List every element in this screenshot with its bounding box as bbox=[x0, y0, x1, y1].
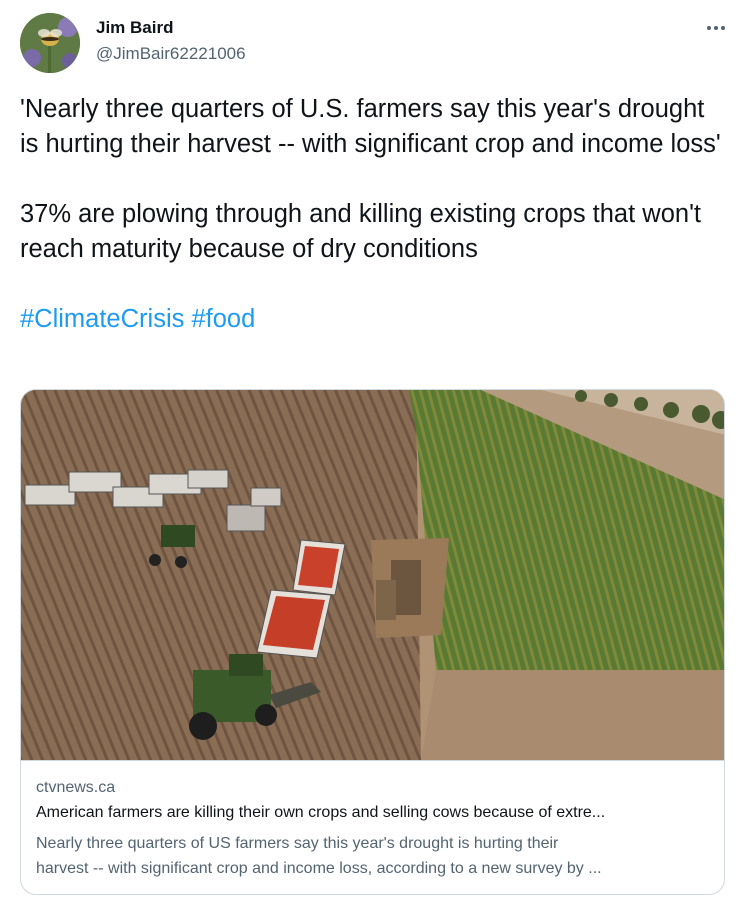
card-description-line-1: Nearly three quarters of US farmers say … bbox=[36, 835, 559, 852]
author-avatar[interactable] bbox=[20, 13, 80, 73]
card-description-line-2: harvest -- with significant crop and inc… bbox=[36, 860, 602, 877]
tweet-paragraph-2: 37% are plowing through and killing exis… bbox=[20, 200, 702, 263]
bee-on-lavender-photo-icon bbox=[20, 13, 80, 73]
hashtag-climatecrisis[interactable]: #ClimateCrisis bbox=[20, 305, 184, 333]
card-domain: ctvnews.ca bbox=[36, 779, 116, 796]
link-preview-card[interactable]: ctvnews.ca American farmers are killing … bbox=[20, 389, 725, 895]
tweet-hashtags: #ClimateCrisis #food bbox=[20, 302, 725, 337]
tweet-paragraph-1: 'Nearly three quarters of U.S. farmers s… bbox=[20, 95, 721, 158]
card-description: Nearly three quarters of US farmers say … bbox=[36, 831, 708, 881]
card-title[interactable]: American farmers are killing their own c… bbox=[36, 804, 706, 822]
harvest-field-photo-icon bbox=[21, 390, 724, 760]
author-name[interactable]: Jim Baird bbox=[96, 18, 173, 38]
card-divider bbox=[21, 760, 724, 761]
author-handle[interactable]: @JimBair62221006 bbox=[96, 44, 246, 64]
hashtag-food[interactable]: #food bbox=[191, 305, 255, 333]
card-image[interactable] bbox=[21, 390, 724, 760]
tweet-text: 'Nearly three quarters of U.S. farmers s… bbox=[20, 92, 725, 337]
more-options-icon[interactable] bbox=[704, 18, 728, 38]
